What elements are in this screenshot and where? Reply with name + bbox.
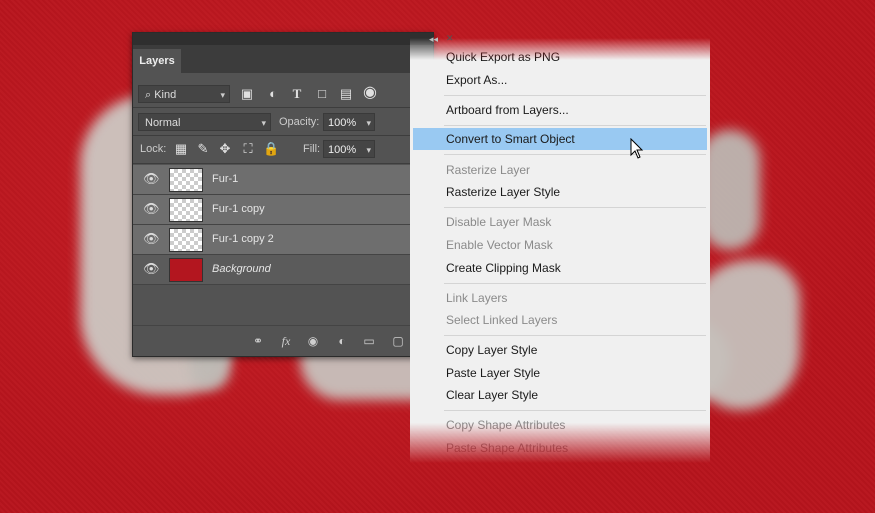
menu-item-convert-to-smart-object[interactable]: Convert to Smart Object [413, 128, 707, 150]
tab-layers[interactable]: Layers [133, 49, 181, 73]
chevron-down-icon: ▾ [220, 90, 225, 100]
adjustment-icon[interactable]: ◐ [334, 333, 350, 349]
opacity-field[interactable]: 100% ▾ [323, 113, 375, 131]
lock-label: Lock: [140, 143, 167, 155]
layer-name: Fur-1 [212, 173, 239, 185]
layer-thumbnail [169, 198, 203, 222]
menu-separator [444, 410, 706, 411]
divider [133, 163, 433, 164]
layer-row[interactable]: 👁 Fur-1 [133, 165, 433, 195]
layer-name: Fur-1 copy [212, 203, 265, 215]
menu-item-clear-layer-style[interactable]: Clear Layer Style [410, 384, 710, 406]
shape-filter-icon[interactable]: □ [314, 86, 330, 102]
smart-object-filter-icon[interactable]: ▤ [338, 86, 354, 102]
filter-kind-dropdown[interactable]: ⌕ Kind ▾ [138, 85, 230, 103]
fx-icon[interactable]: fx [278, 333, 294, 349]
layer-name: Fur-1 copy 2 [212, 233, 274, 245]
menu-item-link-layers[interactable]: Link Layers [410, 287, 710, 309]
layer-row[interactable]: 👁 Fur-1 copy [133, 195, 433, 225]
lock-position-icon[interactable]: ✥ [217, 141, 233, 157]
menu-item-copy-layer-style[interactable]: Copy Layer Style [410, 339, 710, 361]
menu-separator [444, 154, 706, 155]
layer-row[interactable]: 👁 Background [133, 255, 433, 285]
panel-topbar: ◂◂ [133, 33, 438, 45]
new-layer-icon[interactable]: ▢ [390, 333, 406, 349]
layer-context-menu: Quick Export as PNG Export As... Artboar… [410, 38, 710, 463]
menu-item-copy-shape-attributes[interactable]: Copy Shape Attributes [410, 414, 710, 436]
menu-separator [444, 283, 706, 284]
blend-mode-value: Normal [145, 117, 181, 129]
divider [133, 107, 433, 108]
eye-icon[interactable]: 👁 [143, 261, 160, 277]
panel-bottom-toolbar: ⚭ fx ◉ ◐ ▭ ▢ [133, 325, 433, 356]
filter-toggle-icon[interactable]: ◉ [362, 85, 378, 101]
menu-item-select-linked-layers[interactable]: Select Linked Layers [410, 309, 710, 331]
layer-thumbnail [169, 258, 203, 282]
opacity-value: 100% [328, 117, 357, 129]
type-filter-icon[interactable]: T [289, 86, 305, 102]
adjustment-filter-icon[interactable]: ◐ [265, 86, 281, 102]
menu-item-disable-layer-mask[interactable]: Disable Layer Mask [410, 211, 710, 233]
layer-thumbnail [169, 228, 203, 252]
chevron-down-icon: ▾ [261, 118, 266, 128]
image-filter-icon[interactable]: ▣ [239, 86, 255, 102]
close-icon[interactable]: ✕ [446, 33, 454, 44]
link-icon[interactable]: ⚭ [250, 333, 266, 349]
menu-item-create-clipping-mask[interactable]: Create Clipping Mask [410, 257, 710, 279]
filter-kind-label: ⌕ Kind [145, 89, 177, 101]
folder-icon[interactable]: ▭ [361, 333, 377, 349]
lock-artboard-icon[interactable]: ⛶ [240, 141, 256, 157]
panel-tabbar: Layers [133, 45, 433, 73]
mask-icon[interactable]: ◉ [305, 333, 321, 349]
menu-item-enable-vector-mask[interactable]: Enable Vector Mask [410, 234, 710, 256]
lock-transparency-icon[interactable]: ▦ [173, 141, 189, 157]
chevron-down-icon: ▾ [366, 118, 371, 128]
menu-separator [444, 125, 706, 126]
menu-item-rasterize-layer-style[interactable]: Rasterize Layer Style [410, 181, 710, 203]
menu-item-artboard-from-layers[interactable]: Artboard from Layers... [410, 99, 710, 121]
eye-icon[interactable]: 👁 [143, 231, 160, 247]
fill-field[interactable]: 100% ▾ [323, 140, 375, 158]
divider [133, 135, 433, 136]
chevron-down-icon: ▾ [366, 145, 371, 155]
eye-icon[interactable]: 👁 [143, 201, 160, 217]
fill-label: Fill: [303, 143, 321, 155]
blend-mode-dropdown[interactable]: Normal ▾ [138, 113, 271, 131]
layer-thumbnail [169, 168, 203, 192]
menu-item-paste-shape-attributes[interactable]: Paste Shape Attributes [410, 437, 710, 459]
opacity-label: Opacity: [279, 116, 320, 128]
layer-name: Background [212, 263, 271, 275]
mouse-cursor-icon [630, 138, 644, 159]
fill-value: 100% [328, 144, 357, 156]
menu-separator [444, 207, 706, 208]
menu-item-export-as[interactable]: Export As... [410, 69, 710, 91]
menu-item-paste-layer-style[interactable]: Paste Layer Style [410, 362, 710, 384]
menu-separator [444, 335, 706, 336]
layers-panel: ◂◂ Layers ⌕ Kind ▾ ▣ ◐ T □ ▤ ◉ Normal ▾ … [132, 32, 438, 357]
eye-icon[interactable]: 👁 [143, 171, 160, 187]
menu-separator [444, 95, 706, 96]
menu-item-quick-export[interactable]: Quick Export as PNG [410, 46, 710, 68]
layer-row[interactable]: 👁 Fur-1 copy 2 [133, 225, 433, 255]
lock-all-icon[interactable]: 🔒 [263, 141, 279, 157]
menu-item-rasterize-layer[interactable]: Rasterize Layer [410, 159, 710, 181]
lock-pixels-icon[interactable]: ✎ [195, 141, 211, 157]
